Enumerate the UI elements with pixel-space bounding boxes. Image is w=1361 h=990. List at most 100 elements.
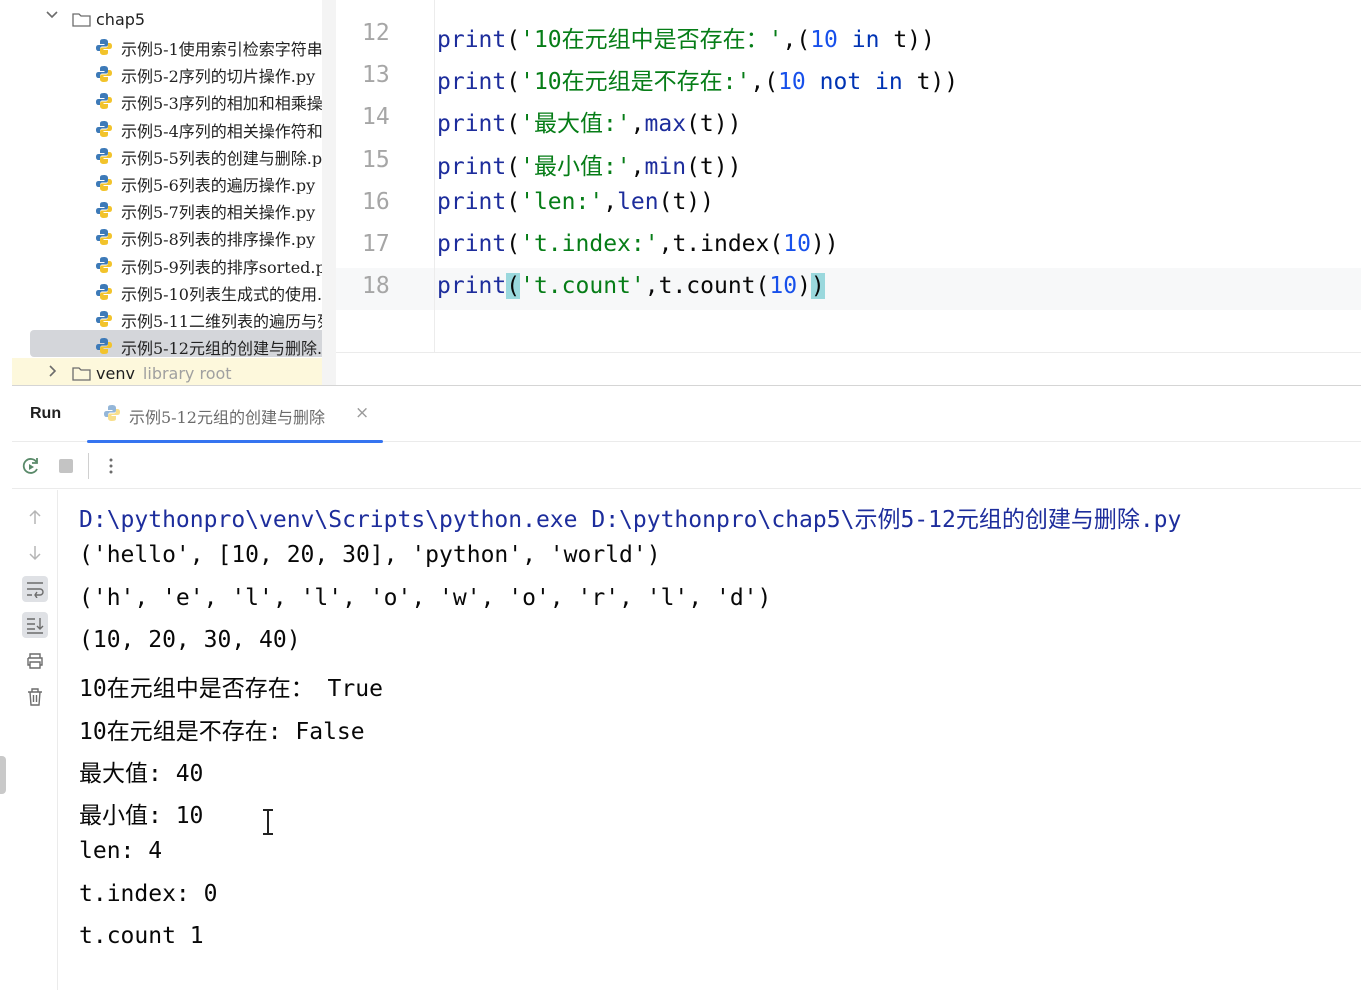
tree-file-item[interactable]: 示例5-8列表的排序操作.py [0, 221, 336, 248]
console-output-line: 10在元组中是否存在： True [79, 676, 383, 703]
tree-file-label: 示例5-5列表的创建与删除.py [121, 148, 332, 167]
toolbar-separator [88, 453, 89, 479]
line-number: 18 [362, 273, 390, 300]
code-editor[interactable]: 12 print('10在元组中是否存在：',(10 in t)) 13 print(… [336, 0, 1361, 352]
tree-file-label: 示例5-8列表的排序操作.py [121, 230, 316, 249]
tree-file-item[interactable]: 示例5-9列表的排序sorted.py [0, 249, 336, 276]
code-line[interactable]: 17 print('t.index:',t.index(10)) [336, 211, 1361, 257]
scroll-down-button[interactable] [22, 540, 48, 566]
left-edge-tab[interactable] [0, 756, 6, 794]
code-line[interactable]: 16 print('len:',len(t)) [336, 169, 1361, 215]
stop-icon [59, 459, 73, 473]
python-file-icon [96, 93, 112, 110]
tree-file-item[interactable]: 示例5-2序列的切片操作.py [0, 58, 336, 85]
tree-file-item[interactable]: 示例5-4序列的相关操作符和函数 [0, 113, 336, 140]
print-icon [27, 653, 43, 669]
code-line[interactable]: 14 print('最大值:',max(t)) [336, 84, 1361, 137]
python-file-icon [96, 175, 112, 191]
console-output-line: len: 4 [79, 838, 163, 865]
scroll-up-button[interactable] [22, 504, 48, 530]
tree-file-item[interactable]: 示例5-7列表的相关操作.py [0, 194, 336, 221]
code-text[interactable]: print('t.count',t.count(10)) [437, 273, 825, 300]
tree-file-item[interactable]: 示例5-3序列的相加和相乘操作 [0, 85, 336, 112]
code-token: 't.count' [520, 273, 645, 300]
code-token: 10 [769, 273, 798, 300]
console-output-line: 10在元组是不存在: False [79, 718, 365, 745]
tree-file-label: 示例5-10列表生成式的使用.py [121, 284, 336, 303]
venv-library-root-label: library root [142, 364, 232, 383]
tree-file-item[interactable]: 示例5-12元组的创建与删除.py [30, 330, 336, 358]
tree-file-label: 示例5-12元组的创建与删除.py [121, 339, 336, 358]
code-token: ) [797, 273, 811, 300]
trash-icon [28, 688, 42, 706]
tree-file-item[interactable]: 示例5-5列表的创建与删除.py [0, 140, 336, 167]
tree-file-label: 示例5-3序列的相加和相乘操作 [121, 94, 336, 113]
python-file-icon [96, 66, 112, 83]
run-toolbar [12, 443, 1361, 489]
code-line[interactable]: 13 print('10在元组是不存在:',(10 not in t)) [336, 42, 1361, 95]
text-cursor-icon [263, 809, 273, 835]
scroll-to-end-button[interactable] [22, 612, 48, 638]
code-token: ) [810, 273, 825, 300]
tree-scrollbar[interactable] [322, 0, 336, 385]
console-output-line: 最大值: 40 [79, 760, 204, 787]
chevron-right-icon[interactable] [44, 363, 60, 379]
tree-file-label: 示例5-7列表的相关操作.py [121, 203, 316, 222]
more-icon [109, 458, 113, 474]
soft-wrap-button[interactable] [22, 576, 48, 602]
console-output-line: ('h', 'e', 'l', 'l', 'o', 'w', 'o', 'r',… [79, 584, 772, 611]
close-icon[interactable]: × [355, 403, 369, 423]
scroll-to-end-icon [27, 618, 44, 634]
chevron-down-icon[interactable] [44, 6, 60, 22]
console-side-toolbar [12, 490, 58, 990]
python-file-icon [96, 311, 112, 327]
folder-icon [72, 13, 91, 27]
console-command-line: D:\pythonpro\venv\Scripts\python.exe D:\… [79, 507, 1182, 533]
console-output-line: t.index: 0 [79, 880, 218, 907]
tree-file-label: 示例5-2序列的切片操作.py [121, 67, 316, 86]
python-file-icon [96, 120, 112, 137]
tree-file-label: 示例5-9列表的排序sorted.py [121, 257, 335, 276]
console-output-line: (10, 20, 30, 40) [79, 626, 301, 653]
venv-label: venv [96, 364, 135, 383]
console-output[interactable]: D:\pythonpro\venv\Scripts\python.exe D:\… [79, 490, 1349, 990]
console-output-line: t.count 1 [79, 923, 204, 949]
project-tree: chap5 示例5-1使用索引检索字符串 示例5-2序列的切片操作.py 示例5… [0, 0, 336, 385]
python-file-icon [96, 256, 112, 273]
rerun-button[interactable] [20, 455, 42, 477]
tree-file-item[interactable]: 示例5-11二维列表的遍历与列表生成式 [0, 303, 336, 330]
console-output-line: ('hello', [10, 20, 30], 'python', 'world… [79, 542, 661, 569]
code-token: ,t.count( [644, 273, 770, 300]
soft-wrap-icon [27, 582, 44, 598]
more-button[interactable] [100, 455, 122, 477]
python-file-icon [96, 202, 112, 219]
tree-folder-label: chap5 [96, 10, 146, 29]
code-token: print [437, 273, 507, 300]
scroll-up-icon [29, 509, 41, 524]
stop-button[interactable] [55, 455, 77, 477]
print-button[interactable] [22, 648, 48, 674]
tree-file-item[interactable]: 示例5-6列表的遍历操作.py [0, 167, 336, 194]
run-tab-bar: Run 示例5-12元组的创建与删除 × [12, 386, 1361, 443]
scroll-down-icon [29, 546, 41, 561]
code-line[interactable]: 15 print('最小值:',min(t)) [336, 127, 1361, 180]
tree-file-item[interactable]: 示例5-10列表生成式的使用.py [0, 276, 336, 303]
python-file-icon [96, 39, 112, 55]
code-line[interactable]: 18 print('t.count',t.count(10)) [336, 253, 1361, 300]
python-file-icon [104, 405, 120, 421]
run-config-tab[interactable]: 示例5-12元组的创建与删除 × [87, 386, 383, 443]
run-tab-label: 示例5-12元组的创建与删除 [129, 408, 325, 427]
python-file-icon [96, 147, 112, 164]
python-file-icon [96, 283, 112, 300]
tree-file-label: 示例5-4序列的相关操作符和函数 [121, 121, 336, 140]
tree-folder-venv[interactable]: venv library root [12, 358, 336, 385]
console-output-line: 最小值: 10 [79, 803, 204, 830]
tree-folder-chap5[interactable]: chap5 [0, 4, 336, 31]
code-token: ( [506, 273, 521, 300]
tree-file-item[interactable]: 示例5-1使用索引检索字符串 [0, 31, 336, 58]
run-title: Run [30, 405, 62, 422]
rerun-icon [22, 458, 38, 474]
code-line[interactable]: 12 print('10在元组中是否存在：',(10 in t)) [336, 0, 1361, 53]
clear-console-button[interactable] [22, 684, 48, 710]
folder-icon [72, 367, 91, 381]
